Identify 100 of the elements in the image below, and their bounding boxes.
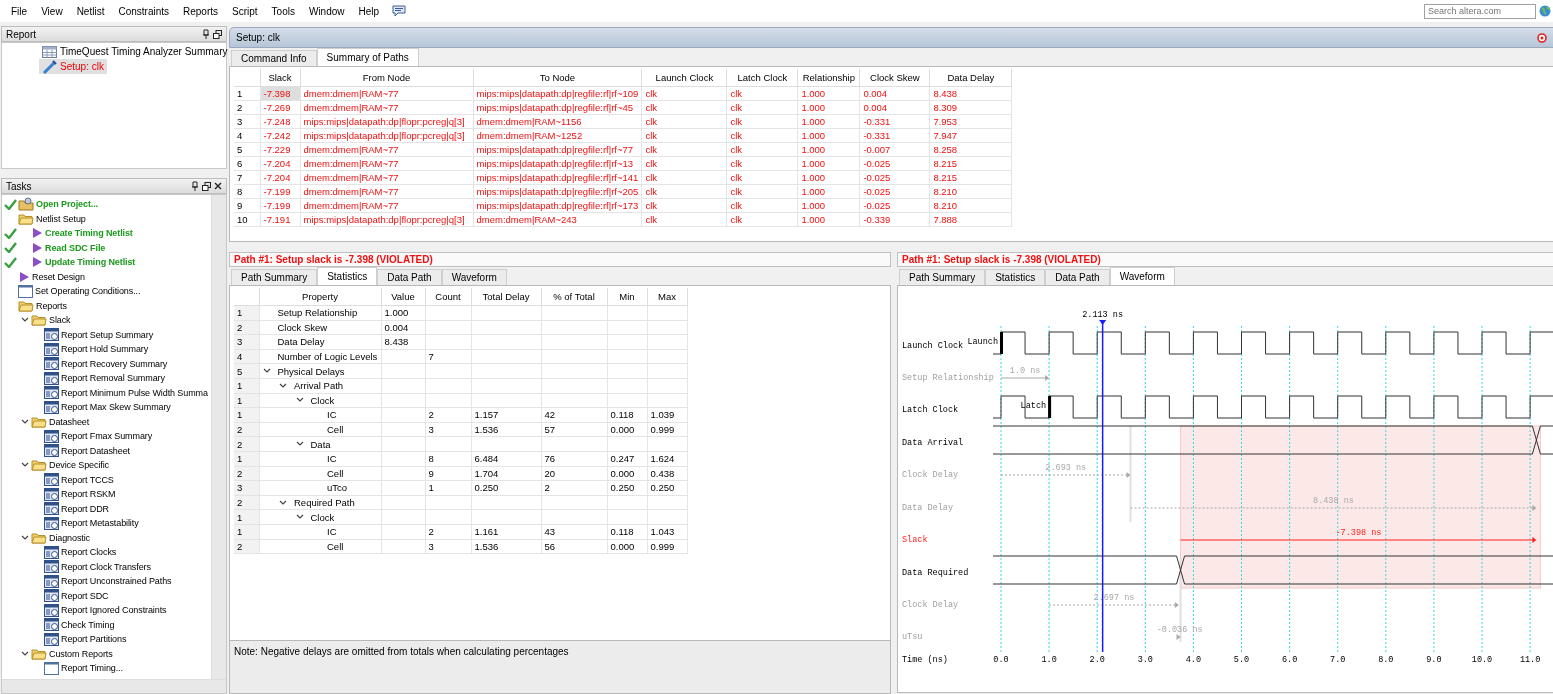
table-cell[interactable]: mips:mips|datapath:dp|regfile:rf|rf~205 (473, 184, 642, 199)
table-cell[interactable]: 1.000 (797, 184, 860, 199)
tab[interactable]: Path Summary (231, 269, 318, 285)
table-cell[interactable]: dmem:dmem|RAM~77 (300, 184, 473, 199)
restore-icon[interactable] (213, 29, 222, 39)
table-cell[interactable]: clk (641, 156, 727, 171)
table-cell[interactable]: dmem:dmem|RAM~243 (473, 212, 642, 227)
table-cell[interactable]: clk (641, 100, 727, 115)
table-cell[interactable]: 1.000 (797, 142, 860, 157)
table-cell[interactable]: mips:mips|datapath:dp|regfile:rf|rf~77 (473, 142, 642, 157)
pin-icon[interactable] (191, 181, 199, 191)
table-cell[interactable]: -7.204 (260, 156, 300, 171)
task-item[interactable]: Report Clock Transfers (61, 561, 151, 572)
table-cell[interactable]: clk (726, 142, 798, 157)
globe-icon[interactable] (1539, 5, 1551, 17)
column-header[interactable]: Data Delay (929, 69, 1012, 87)
table-cell[interactable]: clk (641, 86, 727, 101)
column-header[interactable]: Count (425, 288, 471, 306)
task-item[interactable]: Report Recovery Summary (61, 358, 168, 369)
column-header[interactable]: To Node (473, 69, 642, 87)
task-item[interactable]: Report Removal Summary (61, 373, 165, 384)
table-cell[interactable]: 7.947 (929, 128, 1012, 143)
menu-item[interactable]: File (4, 5, 35, 17)
table-cell[interactable]: mips:mips|datapath:dp|regfile:rf|rf~13 (473, 156, 642, 171)
scrollbar[interactable] (211, 195, 226, 680)
task-item[interactable]: Set Operating Conditions... (35, 286, 141, 297)
table-cell[interactable]: 1.000 (797, 170, 860, 185)
table-cell[interactable]: clk (641, 114, 727, 129)
chevron-icon[interactable] (295, 441, 304, 448)
chevron-icon[interactable] (21, 650, 29, 657)
column-header[interactable]: Clock Skew (859, 69, 930, 87)
tab[interactable]: Waveform (441, 269, 507, 285)
table-cell[interactable]: 8.210 (929, 184, 1012, 199)
pin-icon[interactable] (202, 29, 210, 39)
table-cell[interactable]: -7.191 (260, 212, 300, 227)
table-cell[interactable]: 8.210 (929, 198, 1012, 213)
table-cell[interactable]: -7.199 (260, 198, 300, 213)
table-cell[interactable]: clk (726, 212, 798, 227)
table-cell[interactable]: -0.025 (859, 156, 930, 171)
task-item[interactable]: Open Project... (36, 199, 98, 210)
tab[interactable]: Data Path (377, 269, 442, 285)
table-cell[interactable]: 0.004 (859, 100, 930, 115)
table-cell[interactable]: dmem:dmem|RAM~77 (300, 86, 473, 101)
table-cell[interactable]: clk (641, 184, 727, 199)
menu-item[interactable]: Help (351, 5, 387, 17)
table-cell[interactable]: dmem:dmem|RAM~77 (300, 100, 473, 115)
column-header[interactable]: Min (607, 288, 647, 306)
chevron-icon[interactable] (21, 418, 29, 425)
table-cell[interactable]: dmem:dmem|RAM~77 (300, 156, 473, 171)
table-cell[interactable]: mips:mips|datapath:dp|flopr:pcreg|q[3] (300, 128, 473, 143)
table-cell[interactable]: 7.888 (929, 212, 1012, 227)
table-cell[interactable]: mips:mips|datapath:dp|flopr:pcreg|q[3] (300, 114, 473, 129)
menu-item[interactable]: Tools (264, 5, 302, 17)
table-cell[interactable]: clk (726, 100, 798, 115)
tab[interactable]: Path Summary (899, 269, 986, 285)
table-cell[interactable]: clk (641, 198, 727, 213)
table-cell[interactable]: 1.000 (797, 86, 860, 101)
task-item[interactable]: Report TCCS (61, 474, 114, 485)
task-item[interactable]: Netlist Setup (36, 213, 86, 224)
table-cell[interactable]: clk (726, 86, 798, 101)
column-header[interactable]: Total Delay (471, 288, 541, 306)
task-item[interactable]: Slack (49, 315, 71, 326)
table-cell[interactable]: clk (641, 170, 727, 185)
tab[interactable]: Statistics (317, 267, 378, 285)
column-header[interactable]: Slack (260, 69, 300, 87)
table-cell[interactable]: mips:mips|datapath:dp|flopr:pcreg|q[3] (300, 212, 473, 227)
table-cell[interactable]: dmem:dmem|RAM~1156 (473, 114, 642, 129)
table-cell[interactable]: mips:mips|datapath:dp|regfile:rf|rf~173 (473, 198, 642, 213)
menu-item[interactable]: Reports (176, 5, 225, 17)
column-header[interactable]: Property (259, 288, 381, 306)
table-cell[interactable]: dmem:dmem|RAM~1252 (473, 128, 642, 143)
chevron-icon[interactable] (21, 317, 29, 324)
table-cell[interactable]: dmem:dmem|RAM~77 (300, 142, 473, 157)
task-item[interactable]: Report Timing... (61, 663, 123, 674)
task-item[interactable]: Report Datasheet (61, 445, 130, 456)
task-item[interactable]: Reset Design (32, 271, 85, 282)
table-cell[interactable]: 1.000 (797, 198, 860, 213)
task-item[interactable]: Report RSKM (61, 489, 116, 500)
table-cell[interactable]: clk (726, 198, 798, 213)
table-cell[interactable]: 8.258 (929, 142, 1012, 157)
table-cell[interactable]: 1.000 (797, 156, 860, 171)
tab[interactable]: Statistics (985, 269, 1046, 285)
task-item[interactable]: Create Timing Netlist (45, 228, 133, 239)
search-field[interactable]: Search altera.com (1424, 3, 1536, 19)
table-cell[interactable]: -0.025 (859, 198, 930, 213)
task-item[interactable]: Report Minimum Pulse Width Summa (61, 387, 208, 398)
table-cell[interactable]: -7.199 (260, 184, 300, 199)
table-cell[interactable]: clk (641, 142, 727, 157)
table-cell[interactable]: clk (726, 128, 798, 143)
column-header[interactable]: Max (647, 288, 687, 306)
column-header[interactable]: From Node (300, 69, 473, 87)
chat-icon[interactable] (392, 5, 407, 17)
task-item[interactable]: Report Clocks (61, 547, 117, 558)
table-cell[interactable]: -7.229 (260, 142, 300, 157)
table-cell[interactable]: clk (641, 128, 727, 143)
table-cell[interactable]: 1.000 (797, 212, 860, 227)
task-item[interactable]: Update Timing Netlist (45, 257, 136, 268)
column-header[interactable]: Value (381, 288, 425, 306)
chevron-icon[interactable] (21, 462, 29, 469)
task-item[interactable]: Report Hold Summary (61, 344, 149, 355)
